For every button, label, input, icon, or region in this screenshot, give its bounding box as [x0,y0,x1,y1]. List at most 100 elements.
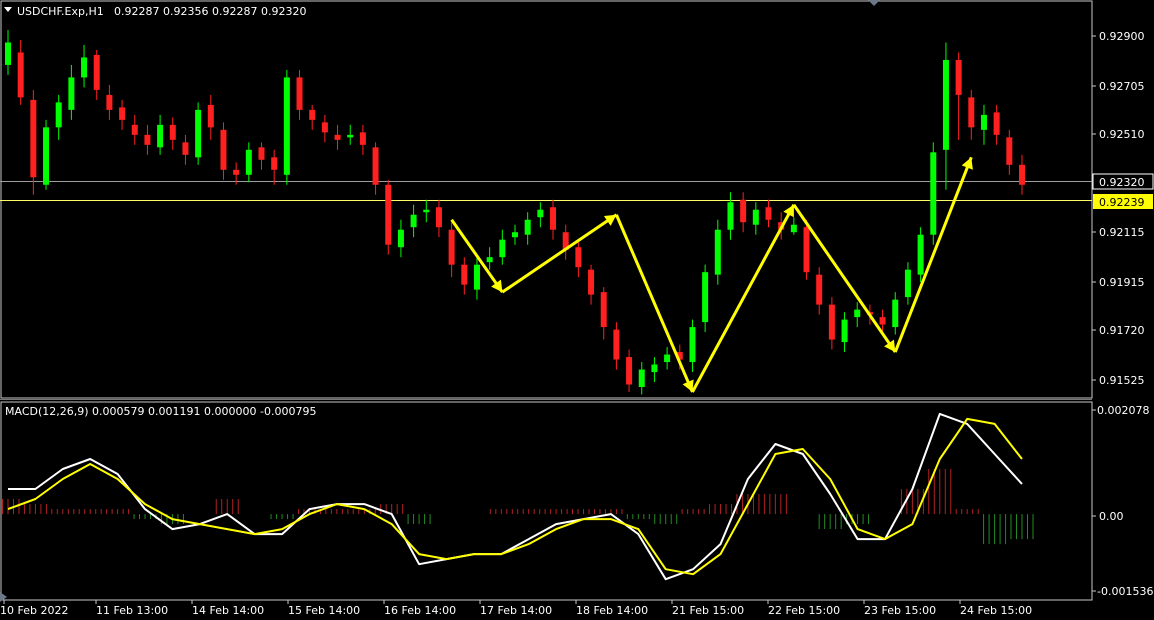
candle-body [207,104,214,128]
time-tick-label: 16 Feb 14:00 [384,604,456,617]
candle-body [727,202,734,230]
candle-body [309,109,316,120]
macd-tick-label: -0.001536 [1097,585,1153,598]
candle [702,264,709,333]
candle-body [512,232,518,238]
candle-body [980,114,987,130]
time-tick-label: 22 Feb 15:00 [768,604,840,617]
candle-body [904,269,911,298]
candle-body [385,184,392,245]
candle-body [258,147,265,160]
candle-body [524,219,531,235]
candle-body [347,134,354,138]
candle-body [613,329,620,360]
candle-body [828,304,835,340]
time-tick-label: 24 Feb 15:00 [960,604,1032,617]
candle-body [879,317,886,325]
candle-body [537,209,544,218]
candle-body [892,299,899,328]
time-tick-label: 21 Feb 15:00 [672,604,744,617]
candle-body [740,199,747,223]
candle-body [423,209,430,213]
price-axis: 0.92900 0.92705 0.92510 0.92320 0.92239 … [1092,30,1154,387]
candle-body [169,124,176,140]
candle-body [854,309,861,318]
candle [917,227,924,283]
macd-label: MACD(12,26,9) 0.000579 0.001191 0.000000… [5,405,316,418]
candle-body [765,207,772,220]
candle-body [448,229,455,265]
candle-body [664,354,671,363]
candle-body [119,107,126,120]
candle [195,102,202,165]
candle-body [803,227,810,273]
chart-background [0,0,1154,620]
candle-body [271,157,278,170]
time-tick-label: 15 Feb 14:00 [288,604,360,617]
time-tick-label: 10 Feb 2022 [0,604,68,617]
price-tick-label: 0.92510 [1099,128,1145,141]
candle-body [575,247,582,268]
price-tick-label: 0.91525 [1099,374,1145,387]
price-tick-label: 0.92900 [1099,30,1145,43]
horizontal-line-price-label: 0.92239 [1099,196,1145,209]
candle [283,69,290,185]
candle-body [5,42,11,65]
candle-body [790,224,797,233]
candle-body [955,59,962,95]
candle-body [30,99,37,178]
candle-body [283,77,290,175]
candle-body [131,124,138,135]
candle-body [714,229,721,275]
candle-body [106,94,113,110]
candle-body [372,147,379,185]
candle-body [993,112,1000,135]
candle-body [942,59,949,150]
candle-body [588,269,595,295]
candle-body [81,57,88,78]
time-tick-label: 18 Feb 14:00 [576,604,648,617]
candle-body [68,77,75,110]
candle-body [461,264,468,285]
candle-body [410,214,417,228]
candle-body [435,207,442,228]
candle-body [702,272,709,323]
candle-body [359,132,366,145]
candle-body [499,239,506,258]
candle-body [182,142,189,155]
candle-body [220,129,227,170]
candle-body [651,364,658,373]
current-price-label: 0.92320 [1099,176,1145,189]
candle-body [43,127,50,185]
candle-body [397,229,404,248]
time-tick-label: 17 Feb 14:00 [480,604,552,617]
trading-chart[interactable]: USDCHF.Exp,H1 0.92287 0.92356 0.92287 0.… [0,0,1154,620]
candle-body [816,274,823,305]
macd-tick-label: 0.00 [1099,510,1124,523]
macd-tick-label: 0.002078 [1097,404,1150,417]
candle-body [334,134,341,140]
time-tick-label: 11 Feb 13:00 [96,604,168,617]
candle-body [157,124,164,148]
candle-body [473,264,480,290]
candle-body [233,169,240,175]
candle-body [600,292,607,328]
candle-body [917,234,924,275]
candle-body [550,207,557,230]
time-tick-label: 14 Feb 14:00 [192,604,264,617]
symbol-label: USDCHF.Exp,H1 [17,5,104,18]
candle-body [1019,164,1025,185]
price-tick-label: 0.91915 [1099,276,1145,289]
time-tick-label: 23 Feb 15:00 [864,604,936,617]
candle-body [689,327,696,363]
candle-body [55,102,62,128]
candle-body [296,77,303,110]
candle-body [321,122,328,133]
candle [385,179,392,255]
candle-body [968,97,975,128]
price-tick-label: 0.92705 [1099,80,1145,93]
price-tick-label: 0.91720 [1099,324,1145,337]
candle-body [486,257,493,263]
candle-body [1006,137,1013,165]
ohlc-label: 0.92287 0.92356 0.92287 0.92320 [114,5,306,18]
